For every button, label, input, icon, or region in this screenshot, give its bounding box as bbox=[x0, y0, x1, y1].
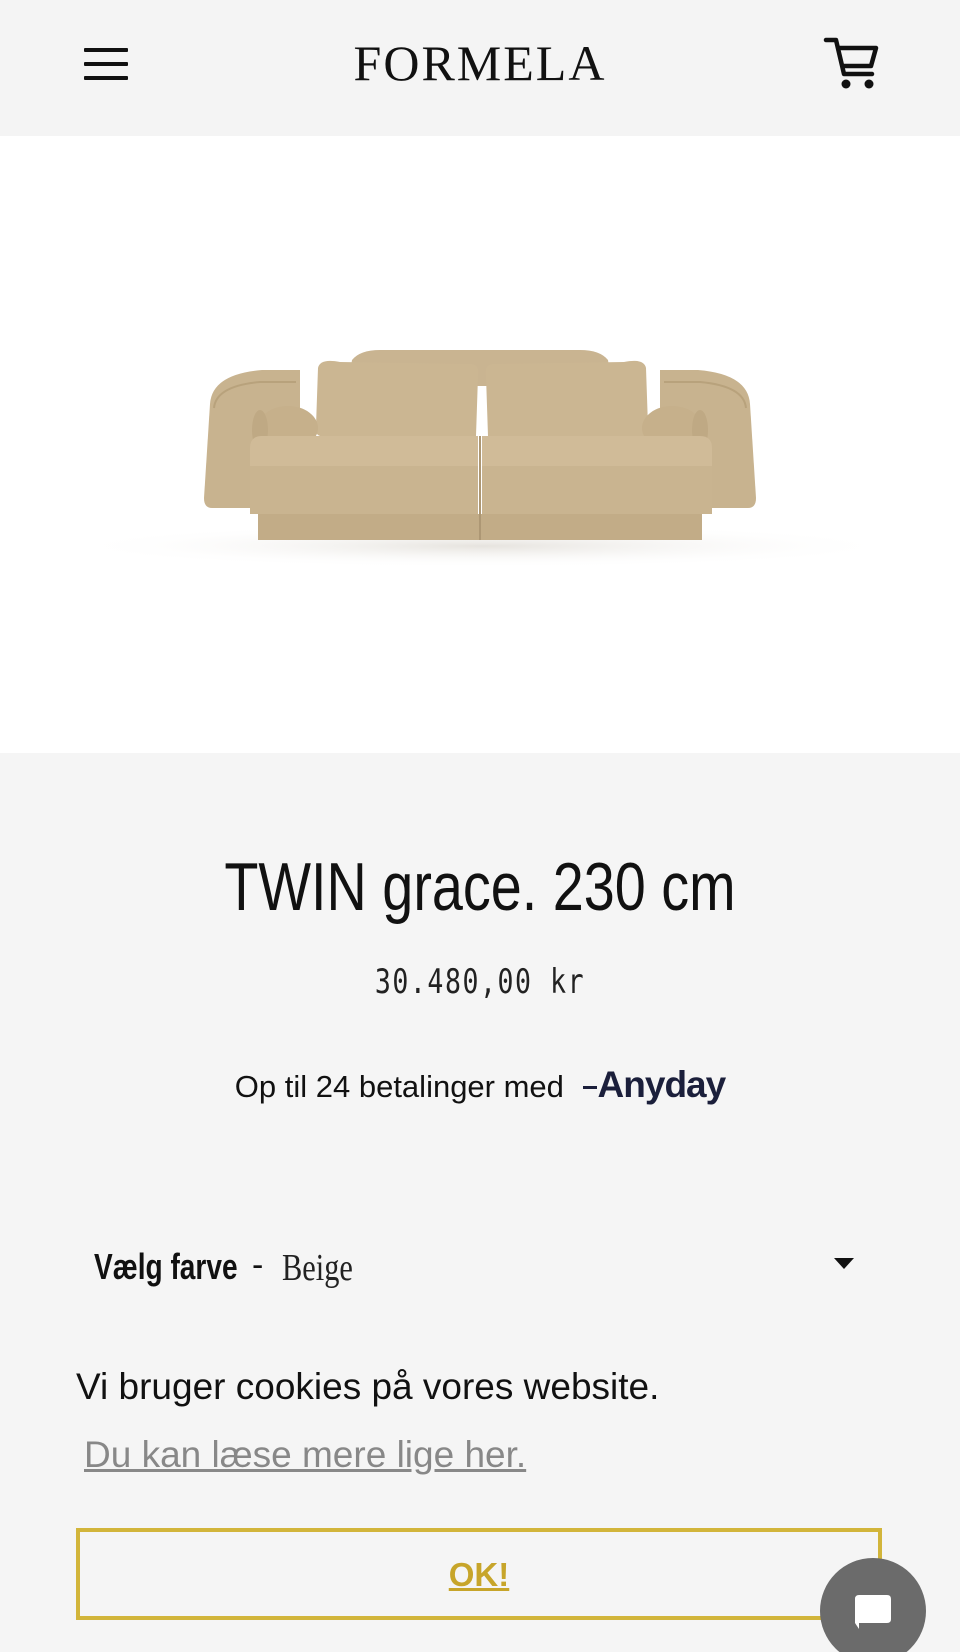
sofa-illustration bbox=[62, 350, 902, 568]
product-title: TWIN grace. 230 cm bbox=[224, 849, 736, 925]
financing-text: Op til 24 betalinger med bbox=[234, 1069, 564, 1104]
site-header: FORMELA bbox=[0, 0, 960, 136]
chat-launcher-button[interactable] bbox=[820, 1558, 926, 1652]
color-select-value: Beige bbox=[282, 1247, 353, 1289]
chevron-down-icon bbox=[834, 1258, 854, 1269]
color-select-label: Vælg farve bbox=[94, 1246, 238, 1287]
anyday-dash-icon bbox=[582, 1085, 597, 1089]
color-select-separator: - bbox=[252, 1246, 264, 1284]
cookie-message: Vi bruger cookies på vores website. bbox=[76, 1366, 660, 1407]
cookie-info-link[interactable]: Du kan læse mere lige her. bbox=[84, 1434, 526, 1476]
cookie-accept-button[interactable]: OK! bbox=[76, 1528, 882, 1620]
shopping-cart-icon[interactable] bbox=[822, 34, 882, 94]
product-image[interactable] bbox=[0, 136, 960, 753]
cookie-accept-label: OK! bbox=[448, 1556, 510, 1593]
anyday-logo: Anyday bbox=[582, 1064, 727, 1105]
anyday-provider: Anyday bbox=[597, 1064, 727, 1105]
product-price: 30.480,00 kr bbox=[374, 962, 586, 1002]
site-logo[interactable]: FORMELA bbox=[0, 34, 960, 92]
financing-info[interactable]: Op til 24 betalinger med Anyday bbox=[0, 1064, 960, 1106]
chat-bubble-icon bbox=[855, 1595, 891, 1629]
color-select[interactable]: Vælg farve - Beige bbox=[94, 1240, 864, 1296]
